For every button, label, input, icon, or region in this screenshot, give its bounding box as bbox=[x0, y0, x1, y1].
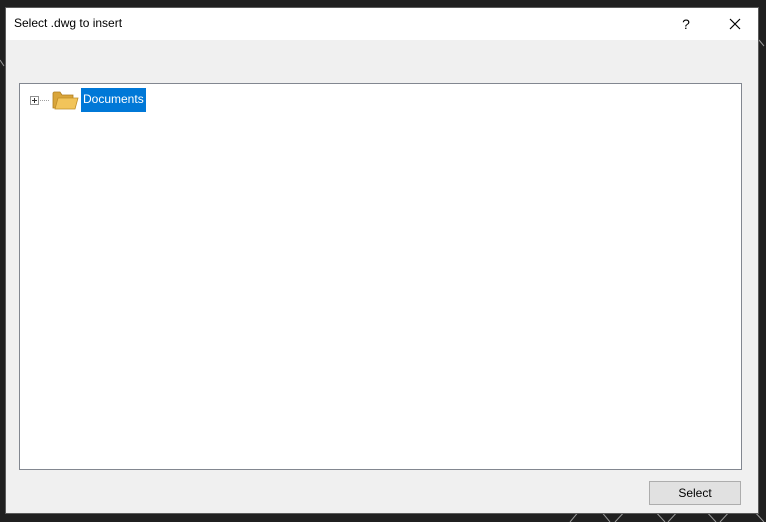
expand-plus-icon[interactable] bbox=[30, 95, 39, 105]
folder-tree[interactable]: Documents bbox=[19, 83, 742, 470]
tree-node-label[interactable]: Documents bbox=[81, 88, 146, 112]
close-button[interactable] bbox=[712, 8, 758, 40]
help-button[interactable]: ? bbox=[666, 8, 706, 40]
title-bar[interactable]: Select .dwg to insert ? bbox=[6, 8, 758, 40]
folder-icon bbox=[52, 91, 79, 110]
tree-node-documents[interactable]: Documents bbox=[30, 88, 146, 112]
select-button[interactable]: Select bbox=[649, 481, 741, 505]
select-dwg-dialog: Select .dwg to insert ? Documents Select bbox=[5, 7, 759, 514]
close-icon bbox=[729, 18, 741, 30]
window-title: Select .dwg to insert bbox=[14, 16, 123, 30]
tree-connector bbox=[40, 99, 49, 101]
